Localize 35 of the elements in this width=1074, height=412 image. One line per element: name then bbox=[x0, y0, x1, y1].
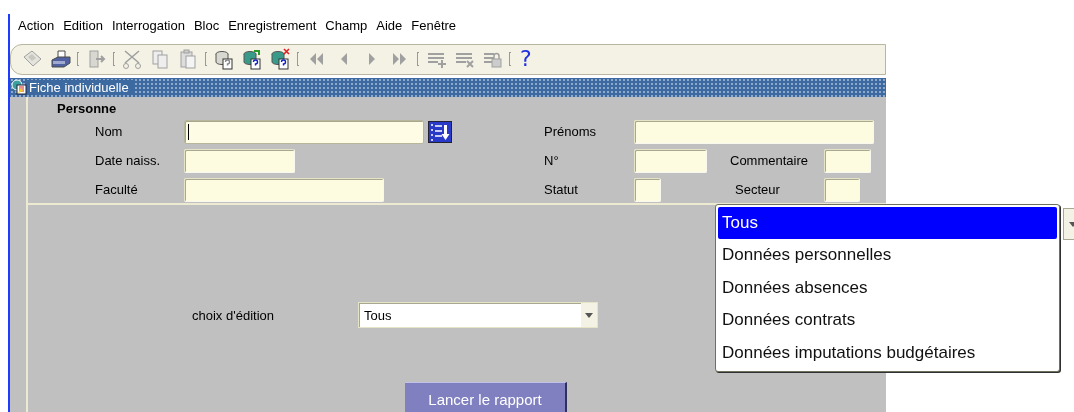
menu-item[interactable]: Enregistrement bbox=[228, 17, 317, 39]
field-label: Commentaire bbox=[730, 152, 809, 170]
caret-icon bbox=[1069, 221, 1074, 227]
field-label: choix d'édition bbox=[192, 307, 275, 323]
window-title: Fiche individuelle bbox=[27, 79, 135, 95]
field-label: Nom bbox=[95, 123, 123, 141]
list-option[interactable]: Tous bbox=[718, 207, 1057, 240]
caret-icon bbox=[585, 312, 593, 318]
input-field[interactable] bbox=[184, 120, 424, 144]
run-report-button[interactable]: Lancer le rapport bbox=[405, 382, 567, 412]
database-arrow-icon[interactable] bbox=[241, 48, 263, 71]
field-label: N° bbox=[544, 152, 559, 170]
menu-item[interactable]: Champ bbox=[325, 17, 368, 39]
field-label: Date naiss. bbox=[95, 152, 161, 170]
window-icon bbox=[11, 79, 27, 96]
list-option[interactable]: Données imputations budgétaires bbox=[718, 336, 1057, 370]
list-option[interactable]: Données contrats bbox=[718, 304, 1057, 337]
list-button[interactable] bbox=[428, 121, 452, 143]
menu-item[interactable]: Fenêtre bbox=[411, 17, 457, 39]
database-cross-icon[interactable] bbox=[269, 48, 291, 71]
list-option[interactable]: Données absences bbox=[718, 271, 1057, 305]
field-label: Prénoms bbox=[544, 123, 597, 141]
menu-item[interactable]: Aide bbox=[376, 17, 403, 39]
menu-item[interactable]: Edition bbox=[63, 17, 103, 39]
printer-icon[interactable] bbox=[49, 48, 71, 71]
menu-item[interactable]: Interrogation bbox=[111, 17, 185, 39]
help-button[interactable]: ? bbox=[517, 48, 535, 71]
section-title: Personne bbox=[57, 101, 117, 116]
field-label: Faculté bbox=[95, 181, 138, 199]
list-option[interactable]: Données personnelles bbox=[718, 239, 1057, 272]
menu-item[interactable]: Bloc bbox=[193, 17, 220, 39]
field-label: Statut bbox=[544, 181, 578, 199]
menu-item[interactable]: Action bbox=[18, 17, 55, 39]
field-label: Secteur bbox=[734, 181, 780, 199]
dropdown[interactable]: Tous bbox=[358, 302, 598, 328]
